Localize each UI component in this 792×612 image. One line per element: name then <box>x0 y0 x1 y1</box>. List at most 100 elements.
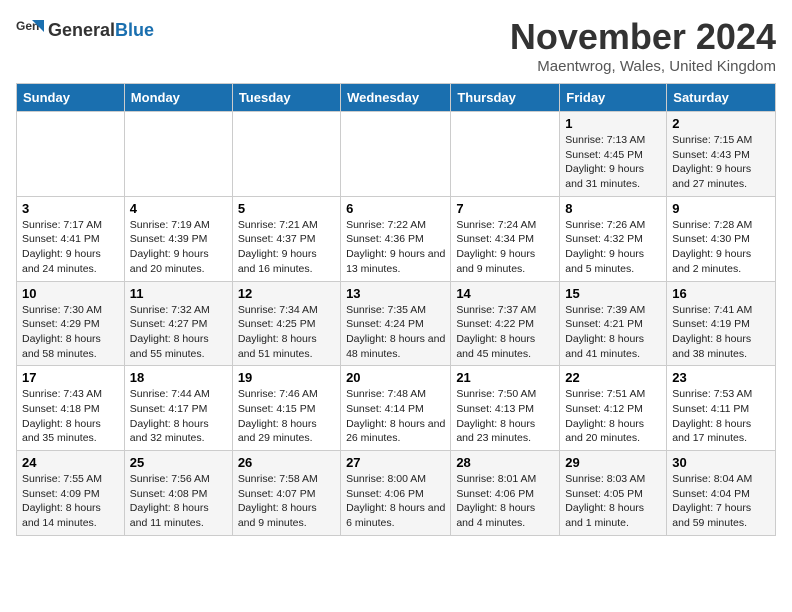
calendar-cell: 25 Sunrise: 7:56 AM Sunset: 4:08 PM Dayli… <box>124 451 232 536</box>
calendar-cell: 12Sunrise: 7:34 AM Sunset: 4:25 PM Dayli… <box>232 281 340 366</box>
day-info: Sunrise: 7:53 AM Sunset: 4:11 PM Dayligh… <box>672 387 770 446</box>
day-number: 3 <box>22 201 119 216</box>
header: Gen GeneralBlue November 2024 Maentwrog,… <box>16 16 776 75</box>
calendar-cell <box>124 112 232 197</box>
calendar-cell: 4 Sunrise: 7:19 AM Sunset: 4:39 PM Daylig… <box>124 196 232 281</box>
day-info: Sunrise: 7:35 AM Sunset: 4:24 PM Dayligh… <box>346 303 445 362</box>
day-info: Sunrise: 7:13 AM Sunset: 4:45 PM Dayligh… <box>565 133 661 192</box>
calendar-cell: 27 Sunrise: 8:00 AM Sunset: 4:06 PM Dayli… <box>341 451 451 536</box>
day-info: Sunrise: 7:30 AM Sunset: 4:29 PM Dayligh… <box>22 303 119 362</box>
day-info: Sunrise: 7:48 AM Sunset: 4:14 PM Dayligh… <box>346 387 445 446</box>
day-info: Sunrise: 7:32 AM Sunset: 4:27 PM Dayligh… <box>130 303 227 362</box>
day-info: Sunrise: 7:19 AM Sunset: 4:39 PM Dayligh… <box>130 218 227 277</box>
logo-blue: Blue <box>115 20 154 40</box>
weekday-header: Tuesday <box>232 84 340 112</box>
weekday-header: Thursday <box>451 84 560 112</box>
day-number: 1 <box>565 116 661 131</box>
calendar-cell: 5Sunrise: 7:21 AM Sunset: 4:37 PM Daylig… <box>232 196 340 281</box>
title-area: November 2024 Maentwrog, Wales, United K… <box>510 16 776 75</box>
calendar-cell: 14 Sunrise: 7:37 AM Sunset: 4:22 PM Dayli… <box>451 281 560 366</box>
day-info: Sunrise: 7:22 AM Sunset: 4:36 PM Dayligh… <box>346 218 445 277</box>
location-subtitle: Maentwrog, Wales, United Kingdom <box>510 58 776 75</box>
day-number: 10 <box>22 286 119 301</box>
day-number: 16 <box>672 286 770 301</box>
day-info: Sunrise: 7:51 AM Sunset: 4:12 PM Dayligh… <box>565 387 661 446</box>
day-number: 12 <box>238 286 335 301</box>
calendar-cell <box>451 112 560 197</box>
day-number: 8 <box>565 201 661 216</box>
logo-icon: Gen <box>16 16 44 44</box>
calendar-cell: 17 Sunrise: 7:43 AM Sunset: 4:18 PM Dayli… <box>17 366 125 451</box>
calendar-cell: 26 Sunrise: 7:58 AM Sunset: 4:07 PM Dayli… <box>232 451 340 536</box>
calendar-cell <box>341 112 451 197</box>
calendar-cell: 13 Sunrise: 7:35 AM Sunset: 4:24 PM Dayli… <box>341 281 451 366</box>
weekday-header-row: SundayMondayTuesdayWednesdayThursdayFrid… <box>17 84 776 112</box>
day-info: Sunrise: 7:37 AM Sunset: 4:22 PM Dayligh… <box>456 303 554 362</box>
day-info: Sunrise: 7:28 AM Sunset: 4:30 PM Dayligh… <box>672 218 770 277</box>
day-info: Sunrise: 7:41 AM Sunset: 4:19 PM Dayligh… <box>672 303 770 362</box>
day-info: Sunrise: 7:58 AM Sunset: 4:07 PM Dayligh… <box>238 472 335 531</box>
day-info: Sunrise: 7:15 AM Sunset: 4:43 PM Dayligh… <box>672 133 770 192</box>
calendar-cell: 22 Sunrise: 7:51 AM Sunset: 4:12 PM Dayli… <box>560 366 667 451</box>
weekday-header: Saturday <box>667 84 776 112</box>
weekday-header: Sunday <box>17 84 125 112</box>
day-info: Sunrise: 7:55 AM Sunset: 4:09 PM Dayligh… <box>22 472 119 531</box>
calendar-cell: 1 Sunrise: 7:13 AM Sunset: 4:45 PM Daylig… <box>560 112 667 197</box>
weekday-header: Friday <box>560 84 667 112</box>
calendar-cell: 29 Sunrise: 8:03 AM Sunset: 4:05 PM Dayli… <box>560 451 667 536</box>
day-info: Sunrise: 7:50 AM Sunset: 4:13 PM Dayligh… <box>456 387 554 446</box>
day-number: 25 <box>130 455 227 470</box>
calendar-week-row: 24 Sunrise: 7:55 AM Sunset: 4:09 PM Dayli… <box>17 451 776 536</box>
day-info: Sunrise: 8:00 AM Sunset: 4:06 PM Dayligh… <box>346 472 445 531</box>
calendar-week-row: 10 Sunrise: 7:30 AM Sunset: 4:29 PM Dayli… <box>17 281 776 366</box>
day-number: 13 <box>346 286 445 301</box>
day-info: Sunrise: 7:43 AM Sunset: 4:18 PM Dayligh… <box>22 387 119 446</box>
day-number: 14 <box>456 286 554 301</box>
day-info: Sunrise: 7:56 AM Sunset: 4:08 PM Dayligh… <box>130 472 227 531</box>
calendar-cell: 7 Sunrise: 7:24 AM Sunset: 4:34 PM Daylig… <box>451 196 560 281</box>
calendar-cell: 8Sunrise: 7:26 AM Sunset: 4:32 PM Daylig… <box>560 196 667 281</box>
calendar-cell: 18Sunrise: 7:44 AM Sunset: 4:17 PM Dayli… <box>124 366 232 451</box>
logo: Gen GeneralBlue <box>16 16 154 44</box>
calendar-table: SundayMondayTuesdayWednesdayThursdayFrid… <box>16 83 776 536</box>
day-number: 7 <box>456 201 554 216</box>
weekday-header: Wednesday <box>341 84 451 112</box>
day-info: Sunrise: 8:03 AM Sunset: 4:05 PM Dayligh… <box>565 472 661 531</box>
day-info: Sunrise: 7:46 AM Sunset: 4:15 PM Dayligh… <box>238 387 335 446</box>
day-number: 11 <box>130 286 227 301</box>
day-number: 24 <box>22 455 119 470</box>
day-number: 23 <box>672 370 770 385</box>
day-number: 27 <box>346 455 445 470</box>
calendar-cell: 19Sunrise: 7:46 AM Sunset: 4:15 PM Dayli… <box>232 366 340 451</box>
day-number: 9 <box>672 201 770 216</box>
calendar-cell: 9 Sunrise: 7:28 AM Sunset: 4:30 PM Daylig… <box>667 196 776 281</box>
day-number: 17 <box>22 370 119 385</box>
calendar-cell: 23 Sunrise: 7:53 AM Sunset: 4:11 PM Dayli… <box>667 366 776 451</box>
calendar-cell: 20Sunrise: 7:48 AM Sunset: 4:14 PM Dayli… <box>341 366 451 451</box>
logo-general: General <box>48 20 115 40</box>
calendar-cell: 11 Sunrise: 7:32 AM Sunset: 4:27 PM Dayli… <box>124 281 232 366</box>
calendar-cell: 15Sunrise: 7:39 AM Sunset: 4:21 PM Dayli… <box>560 281 667 366</box>
day-number: 5 <box>238 201 335 216</box>
day-number: 4 <box>130 201 227 216</box>
day-number: 22 <box>565 370 661 385</box>
calendar-week-row: 3 Sunrise: 7:17 AM Sunset: 4:41 PM Daylig… <box>17 196 776 281</box>
calendar-cell: 3 Sunrise: 7:17 AM Sunset: 4:41 PM Daylig… <box>17 196 125 281</box>
day-number: 15 <box>565 286 661 301</box>
day-number: 29 <box>565 455 661 470</box>
day-number: 28 <box>456 455 554 470</box>
day-number: 30 <box>672 455 770 470</box>
day-number: 6 <box>346 201 445 216</box>
calendar-cell <box>232 112 340 197</box>
day-info: Sunrise: 7:17 AM Sunset: 4:41 PM Dayligh… <box>22 218 119 277</box>
day-info: Sunrise: 7:44 AM Sunset: 4:17 PM Dayligh… <box>130 387 227 446</box>
day-number: 21 <box>456 370 554 385</box>
calendar-week-row: 17 Sunrise: 7:43 AM Sunset: 4:18 PM Dayli… <box>17 366 776 451</box>
calendar-cell: 24 Sunrise: 7:55 AM Sunset: 4:09 PM Dayli… <box>17 451 125 536</box>
weekday-header: Monday <box>124 84 232 112</box>
day-number: 26 <box>238 455 335 470</box>
calendar-cell: 28Sunrise: 8:01 AM Sunset: 4:06 PM Dayli… <box>451 451 560 536</box>
calendar-cell: 2Sunrise: 7:15 AM Sunset: 4:43 PM Daylig… <box>667 112 776 197</box>
calendar-cell: 10 Sunrise: 7:30 AM Sunset: 4:29 PM Dayli… <box>17 281 125 366</box>
day-info: Sunrise: 7:24 AM Sunset: 4:34 PM Dayligh… <box>456 218 554 277</box>
